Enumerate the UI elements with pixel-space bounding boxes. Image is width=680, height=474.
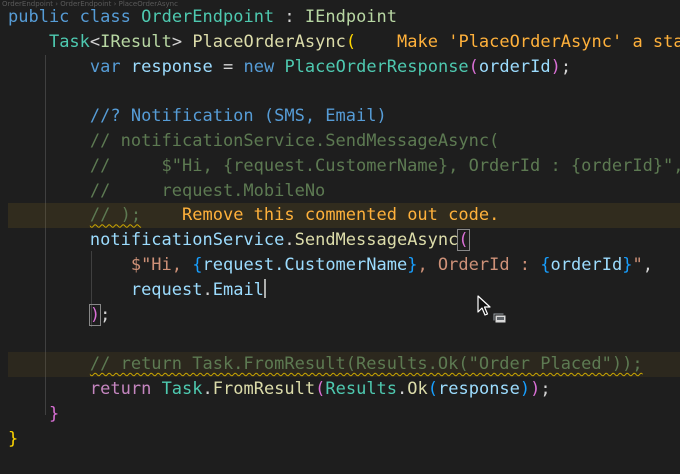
bracket: ) xyxy=(530,378,541,399)
comment-warning: // return Task.FromResult(Results.Ok("Or… xyxy=(89,354,643,375)
punctuation: ; xyxy=(100,304,111,325)
string: " xyxy=(632,254,643,275)
method-name: PlaceOrderAsync xyxy=(192,31,346,52)
bracket: ( xyxy=(457,229,470,252)
code-line-7[interactable]: // $"Hi, {request.CustomerName}, OrderId… xyxy=(8,154,680,179)
code-line-12[interactable]: request.Email xyxy=(8,278,680,303)
brace: { xyxy=(192,254,203,275)
type-name: Task xyxy=(161,378,203,399)
type-name: Results xyxy=(325,378,398,399)
variable: response xyxy=(130,56,213,77)
punctuation: . xyxy=(202,279,213,300)
inline-hint: Remove this commented out code. xyxy=(182,205,500,226)
code-line-13[interactable]: ); xyxy=(8,303,680,328)
code-line-10[interactable]: notificationService.SendMessageAsync( xyxy=(8,228,680,253)
comment-note: //? Notification (SMS, Email) xyxy=(89,106,387,127)
operator: = xyxy=(212,56,244,77)
property: Email xyxy=(212,279,264,300)
bracket: ( xyxy=(345,31,357,52)
keyword: public xyxy=(8,7,70,27)
variable: notificationService xyxy=(89,230,285,251)
punctuation: . xyxy=(202,378,213,399)
code-line-2[interactable]: Task<IResult> PlaceOrderAsync( Make 'Pla… xyxy=(8,30,680,55)
variable: request xyxy=(130,279,203,300)
bracket: ( xyxy=(315,378,326,399)
bracket: ) xyxy=(519,378,531,399)
code-line-9[interactable]: // ); Remove this commented out code. xyxy=(8,203,680,229)
brace: } xyxy=(407,254,418,275)
comment: // request.MobileNo xyxy=(89,180,326,201)
comment: // notificationService.SendMessageAsync( xyxy=(89,130,500,151)
punctuation: ; xyxy=(540,378,551,399)
code-line-11[interactable]: $"Hi, {request.CustomerName}, OrderId : … xyxy=(8,253,680,278)
type-name: PlaceOrderResponse xyxy=(284,56,469,77)
type-name: Task xyxy=(48,31,90,52)
code-editor[interactable]: public class OrderEndpoint : IEndpoint T… xyxy=(8,5,680,451)
inline-hint: Make 'PlaceOrderAsync' a sta xyxy=(397,31,680,52)
method-name: Ok xyxy=(407,378,428,399)
keyword: class xyxy=(79,7,131,27)
bracket: ( xyxy=(427,378,439,399)
operator: : xyxy=(274,7,305,27)
brace: { xyxy=(540,254,551,275)
bracket: ) xyxy=(550,56,561,77)
method-name: FromResult xyxy=(212,378,316,399)
bracket: ( xyxy=(468,56,479,77)
code-line-17[interactable]: } xyxy=(8,402,680,427)
code-line-18[interactable]: } xyxy=(8,427,680,452)
punctuation: . xyxy=(397,378,408,399)
variable: response xyxy=(438,378,520,399)
code-line-4[interactable] xyxy=(8,79,680,104)
code-line-3[interactable]: var response = new PlaceOrderResponse(or… xyxy=(8,55,680,80)
brace: } xyxy=(48,403,60,424)
comment-warning: // ); xyxy=(89,205,142,226)
code-line-8[interactable]: // request.MobileNo xyxy=(8,179,680,204)
comment: // $"Hi, {request.CustomerName}, OrderId… xyxy=(89,155,680,176)
interpolation: request.CustomerName xyxy=(202,254,408,275)
class-name: OrderEndpoint xyxy=(141,7,275,27)
punctuation: > xyxy=(171,31,183,52)
punctuation: ; xyxy=(560,56,572,77)
code-line-5[interactable]: //? Notification (SMS, Email) xyxy=(8,104,680,129)
keyword: var xyxy=(89,56,121,77)
punctuation: . xyxy=(284,230,295,251)
punctuation: < xyxy=(89,31,101,52)
string: $"Hi, xyxy=(130,254,193,275)
keyword: return xyxy=(89,378,152,399)
code-line-16[interactable]: return Task.FromResult(Results.Ok(respon… xyxy=(8,377,680,402)
interpolation: orderId xyxy=(550,254,623,275)
code-line-14[interactable] xyxy=(8,327,680,352)
keyword: new xyxy=(243,56,275,77)
interface-name: IEndpoint xyxy=(304,7,398,27)
code-line-15[interactable]: // return Task.FromResult(Results.Ok("Or… xyxy=(8,352,680,377)
brace: } xyxy=(8,428,19,449)
code-line-6[interactable]: // notificationService.SendMessageAsync( xyxy=(8,129,680,154)
bracket: ) xyxy=(88,303,102,326)
type-name: IResult xyxy=(100,31,172,52)
text-cursor xyxy=(263,278,266,298)
punctuation: , xyxy=(642,254,653,275)
method-name: SendMessageAsync xyxy=(294,230,459,251)
code-line-1[interactable]: public class OrderEndpoint : IEndpoint xyxy=(8,5,680,30)
variable: orderId xyxy=(478,56,551,77)
brace: } xyxy=(622,254,633,275)
string: , OrderId : xyxy=(417,254,541,275)
mouse-pointer-copy-icon xyxy=(477,295,507,324)
